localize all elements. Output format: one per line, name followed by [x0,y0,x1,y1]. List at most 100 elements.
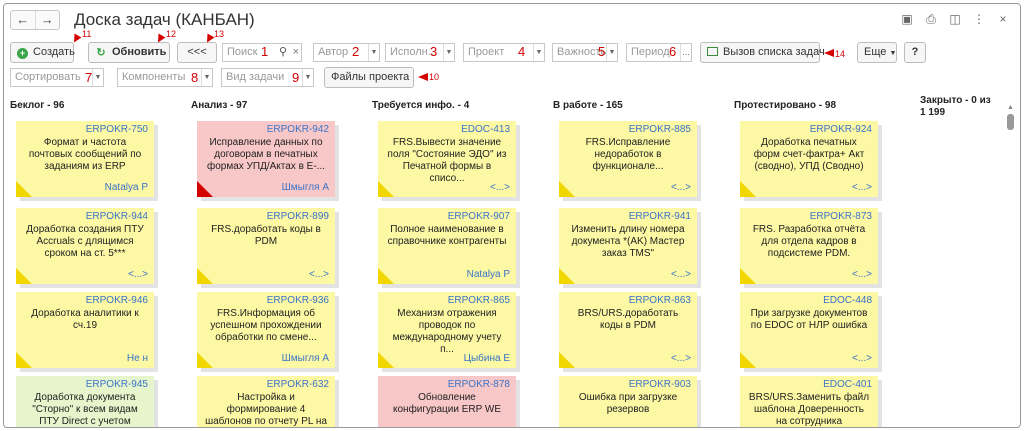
task-card[interactable]: ERPOKR-873 FRS. Разработка отчёта для отд… [740,208,878,284]
task-assignee[interactable]: <...> [490,182,510,193]
task-id-link[interactable]: ERPOKR-946 [86,295,148,306]
task-id-link[interactable]: ERPOKR-907 [448,211,510,222]
components-field[interactable]: Компоненты ▼ [117,68,213,87]
task-assignee[interactable]: Цыбина Е [464,353,510,364]
task-assignee[interactable]: <...> [671,269,691,280]
marker-14-arrow [824,49,834,57]
task-id-link[interactable]: ERPOKR-936 [267,295,329,306]
task-assignee[interactable]: <...> [671,182,691,193]
task-assignee[interactable]: Не н [127,353,148,364]
scroll-thumb[interactable] [1007,114,1014,130]
marker-4: 4 [518,44,526,59]
author-field[interactable]: Автор ▼ [313,43,380,62]
task-id-link[interactable]: ERPOKR-863 [629,295,691,306]
marker-2: 2 [352,44,360,59]
dropdown-icon[interactable]: ▼ [606,44,617,61]
vertical-scrollbar[interactable]: ▲ [1007,104,1014,426]
task-assignee[interactable]: Natalya P [105,182,148,193]
task-assignee[interactable]: Шмыгля А [282,182,329,193]
marker-5: 5 [598,44,606,59]
task-card[interactable]: EDOC-401 BRS/URS.Заменить файл шаблона До… [740,376,878,427]
refresh-button[interactable]: ↻ Обновить [88,42,170,63]
task-id-link[interactable]: ERPOKR-878 [448,379,510,390]
task-assignee[interactable]: <...> [852,269,872,280]
task-type-field[interactable]: Вид задачи ▼ [221,68,314,87]
task-card[interactable]: ERPOKR-944 Доработка создания ПТУ Accrual… [16,208,154,284]
project-field[interactable]: Проект ▼ [463,43,545,62]
task-id-link[interactable]: ERPOKR-903 [629,379,691,390]
priority-corner-icon [197,268,213,284]
importance-field[interactable]: Важность ▼ [552,43,618,62]
column-header: Протестировано - 98 [734,100,837,111]
save-icon[interactable]: ▣ [900,12,914,27]
help-button[interactable]: ? [904,42,926,63]
task-card[interactable]: ERPOKR-936 FRS.Информация об успешном про… [197,292,335,368]
task-card[interactable]: EDOC-448 При загрузке документов по EDOC … [740,292,878,368]
task-title: Доработка создания ПТУ Accruals с длящим… [26,224,144,259]
task-id-link[interactable]: ERPOKR-941 [629,211,691,222]
task-card[interactable]: ERPOKR-946 Доработка аналитики к сч.19 Не … [16,292,154,368]
task-card[interactable]: ERPOKR-863 BRS/URS.доработать коды в PDM <… [559,292,697,368]
task-title: FRS.Вывести значение поля "Состояние ЭДО… [387,137,507,184]
dropdown-icon[interactable]: ▼ [533,44,544,61]
create-button[interactable]: + Создать [10,42,75,63]
call-task-list-button[interactable]: Вызов списка задач [700,42,825,63]
task-id-link[interactable]: ERPOKR-899 [267,211,329,222]
task-id-link[interactable]: ERPOKR-945 [86,379,148,390]
task-assignee[interactable]: <...> [128,269,148,280]
task-id-link[interactable]: EDOC-448 [823,295,872,306]
close-icon[interactable]: × [996,12,1010,27]
task-assignee[interactable]: <...> [852,353,872,364]
task-id-link[interactable]: ERPOKR-873 [810,211,872,222]
more-button[interactable]: Еще ▼ [857,42,897,63]
priority-corner-icon [16,352,32,368]
task-card[interactable]: ERPOKR-865 Механизм отражения проводок по… [378,292,516,368]
period-field[interactable]: Период... [626,43,692,62]
task-card[interactable]: EDOC-413 FRS.Вывести значение поля "Состо… [378,121,516,197]
task-assignee[interactable]: <...> [852,182,872,193]
task-assignee[interactable]: Шмыгля А [282,353,329,364]
task-card[interactable]: ERPOKR-907 Полное наименование в справочн… [378,208,516,284]
task-id-link[interactable]: ERPOKR-944 [86,211,148,222]
dropdown-icon[interactable]: ▼ [443,44,454,61]
task-card[interactable]: ERPOKR-750 Формат и частота почтовых сооб… [16,121,154,197]
clear-icon[interactable]: × [293,44,299,61]
task-card[interactable]: ERPOKR-945 Доработка документа "Сторно" к… [16,376,154,427]
dropdown-icon[interactable]: ▼ [368,44,379,61]
task-card[interactable]: ERPOKR-924 Доработка печатных форм счет-ф… [740,121,878,197]
task-assignee[interactable]: <...> [671,353,691,364]
collapse-button[interactable]: <<< [177,42,217,63]
task-id-link[interactable]: ERPOKR-942 [267,124,329,135]
print-icon[interactable]: ⎙ [924,12,938,27]
task-id-link[interactable]: ERPOKR-865 [448,295,510,306]
more-vertical-icon[interactable]: ⋮ [972,12,986,27]
executor-field[interactable]: Исполн... ▼ [385,43,455,62]
priority-corner-icon [559,181,575,197]
dropdown-icon[interactable]: ▼ [302,69,313,86]
back-arrow-icon[interactable]: ← [11,11,35,29]
task-id-link[interactable]: EDOC-401 [823,379,872,390]
preview-icon[interactable]: ◫ [948,12,962,27]
task-assignee[interactable]: Natalya P [467,269,510,280]
task-id-link[interactable]: EDOC-413 [461,124,510,135]
task-assignee[interactable]: <...> [309,269,329,280]
task-id-link[interactable]: ERPOKR-632 [267,379,329,390]
dropdown-icon[interactable]: ▼ [201,69,212,86]
search-icon[interactable]: ⚲ [279,44,287,61]
task-id-link[interactable]: ERPOKR-885 [629,124,691,135]
task-id-link[interactable]: ERPOKR-750 [86,124,148,135]
task-card[interactable]: ERPOKR-903 Ошибка при загрузке резервов [559,376,697,427]
forward-arrow-icon[interactable]: → [34,11,60,29]
task-card[interactable]: ERPOKR-899 FRS.доработать коды в PDM <...> [197,208,335,284]
project-files-button[interactable]: Файлы проекта [324,67,414,88]
task-card[interactable]: ERPOKR-941 Изменить длину номера документ… [559,208,697,284]
task-id-link[interactable]: ERPOKR-924 [810,124,872,135]
marker-12: 12 [166,29,177,39]
task-card[interactable]: ERPOKR-878 Обновление конфигурации ERP WE [378,376,516,427]
scroll-up-icon[interactable]: ▲ [1007,104,1014,111]
task-card[interactable]: ERPOKR-885 FRS.Исправление недоработок в … [559,121,697,197]
task-card[interactable]: ERPOKR-632 Настройка и формирование 4 шаб… [197,376,335,427]
task-card[interactable]: ERPOKR-942 Исправление данных по договора… [197,121,335,197]
dropdown-icon[interactable]: ▼ [92,69,103,86]
period-select-button[interactable]: ... [680,44,691,61]
